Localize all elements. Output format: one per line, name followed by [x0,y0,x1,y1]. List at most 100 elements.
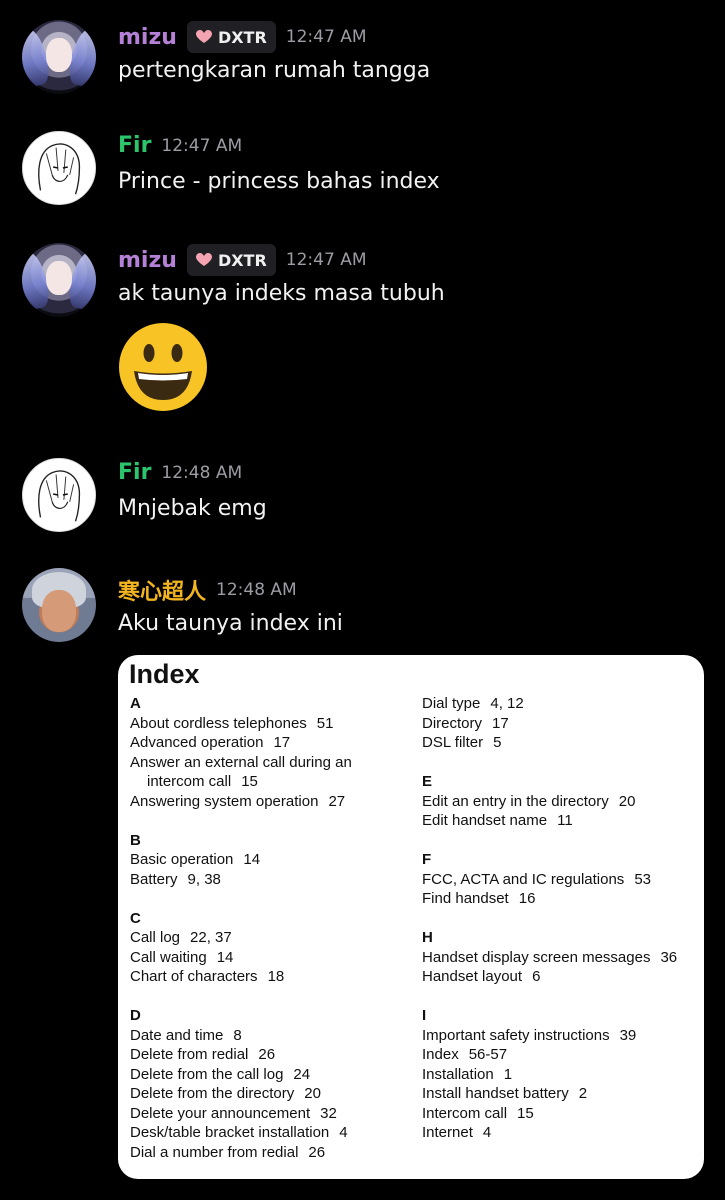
index-entry-page: 15 [241,773,258,790]
index-entry-page: 9, 38 [187,870,221,888]
index-entry: intercom call 15 [130,772,410,792]
index-title: Index [129,659,200,689]
index-letter: A [130,695,141,712]
index-entry-term: Dial type [422,695,481,712]
index-entry-term: Call waiting [130,948,207,966]
index-entry: Battery 9, 38 [130,870,410,890]
index-entry: Date and time 8 [130,1026,410,1046]
server-tag[interactable]: DXTR [186,21,276,53]
index-spacer [422,753,702,773]
index-entry-term: Date and time [130,1026,224,1044]
index-entry-page: 51 [316,714,334,732]
index-entry-term: Internet [422,1124,473,1141]
index-entry: Find handset 16 [422,889,702,909]
index-entry-term: Delete your announcement [130,1104,311,1122]
server-tag[interactable]: DXTR [186,244,276,276]
index-spacer [130,889,410,909]
index-column-right: Dial type 4, 12 Directory 17 DSL filter 5 E Edi… [422,694,702,1143]
index-entry: Delete from the directory 20 [130,1084,410,1104]
username[interactable]: mizu [118,25,177,50]
index-entry: Dial a number from redial 26 [130,1143,410,1163]
index-entry-page: 53 [634,870,651,888]
message-text: Mnjebak emg [118,496,267,521]
index-entry-page: 1 [503,1065,513,1083]
timestamp: 12:48 AM [161,462,243,483]
avatar-han[interactable] [22,568,96,642]
message-text: ak taunya indeks masa tubuh [118,281,445,306]
index-letter: I [422,1007,427,1024]
index-entry: Installation 1 [422,1065,702,1085]
index-entry-term: Desk/table bracket installation [130,1124,330,1141]
index-entry-term: Handset display screen messages [422,948,651,966]
index-spacer [422,909,702,929]
avatar-fir[interactable] [22,458,96,532]
index-entry-page: 56-57 [468,1046,508,1063]
index-spacer [130,811,410,831]
index-entry-page: 16 [518,890,536,907]
index-entry: Directory 17 [422,714,702,734]
index-entry: Edit an entry in the directory 20 [422,792,702,812]
index-spacer [130,987,410,1007]
index-letter: E [422,773,433,790]
username[interactable]: mizu [118,248,177,273]
index-letter: D [130,1007,141,1024]
pink-heart-icon [195,253,212,266]
index-spacer [422,831,702,851]
index-entry: Delete from redial 26 [130,1045,410,1065]
index-entry: Answer an external call during an [130,753,410,773]
index-entry: Important safety instructions 39 [422,1026,702,1046]
index-entry-page: 18 [267,968,285,985]
username[interactable]: 寒心超人 [118,574,206,606]
index-entry-page: 2 [578,1085,588,1102]
index-entry-page: 15 [517,1104,534,1122]
index-entry: Edit handset name 11 [422,811,702,831]
index-entry-term: Chart of characters [130,968,258,985]
index-entry-term: Installation [422,1065,494,1083]
index-entry-page: 22, 37 [190,929,232,946]
username[interactable]: Fir [118,133,151,158]
avatar-mizu[interactable] [22,243,96,317]
index-entry-term: Delete from redial [130,1046,249,1063]
index-entry: Internet 4 [422,1123,702,1143]
index-entry-term: Important safety instructions [422,1026,610,1044]
server-tag-label: DXTR [217,27,267,47]
index-entry: Intercom call 15 [422,1104,702,1124]
index-entry-page: 14 [243,851,261,868]
avatar-fir[interactable] [22,131,96,205]
index-entry-page: 26 [308,1143,326,1161]
timestamp: 12:47 AM [161,135,243,156]
index-entry-page: 5 [493,734,502,751]
index-entry-term: Index [422,1046,459,1063]
index-spacer [422,987,702,1007]
index-entry-page: 27 [328,792,346,810]
index-entry-term: Install handset battery [422,1085,569,1102]
index-entry-term: Advanced operation [130,734,264,751]
index-entry-term: Basic operation [130,851,234,868]
index-entry-term: Intercom call [422,1104,508,1122]
index-entry-page: 20 [304,1085,321,1102]
index-entry: About cordless telephones 51 [130,714,410,734]
index-entry: Call waiting 14 [130,948,410,968]
index-entry: Handset display screen messages 36 [422,948,702,968]
index-entry-page: 36 [660,948,678,966]
index-entry: Chart of characters 18 [130,967,410,987]
index-entry-term: Handset layout [422,968,523,985]
index-letter: B [130,831,141,849]
index-entry-term: Call log [130,929,181,946]
grinning-face-emoji[interactable] [118,322,208,412]
index-entry: Delete your announcement 32 [130,1104,410,1124]
avatar-mizu[interactable] [22,20,96,94]
index-entry-term: Answer an external call during an [130,753,352,771]
index-entry-term: Delete from the directory [130,1085,295,1102]
pink-heart-icon [195,30,212,43]
index-entry-page: 4 [339,1124,348,1141]
username[interactable]: Fir [118,460,151,485]
message-text: pertengkaran rumah tangga [118,58,431,83]
index-entry-term: Directory [422,714,483,732]
index-entry-page: 11 [557,812,573,829]
index-entry: Install handset battery 2 [422,1084,702,1104]
attached-image[interactable]: Index A About cordless telephones 51 Advanc… [118,655,704,1179]
index-letter: H [422,929,433,946]
index-entry-page: 26 [258,1046,276,1063]
index-entry: Delete from the call log 24 [130,1065,410,1085]
